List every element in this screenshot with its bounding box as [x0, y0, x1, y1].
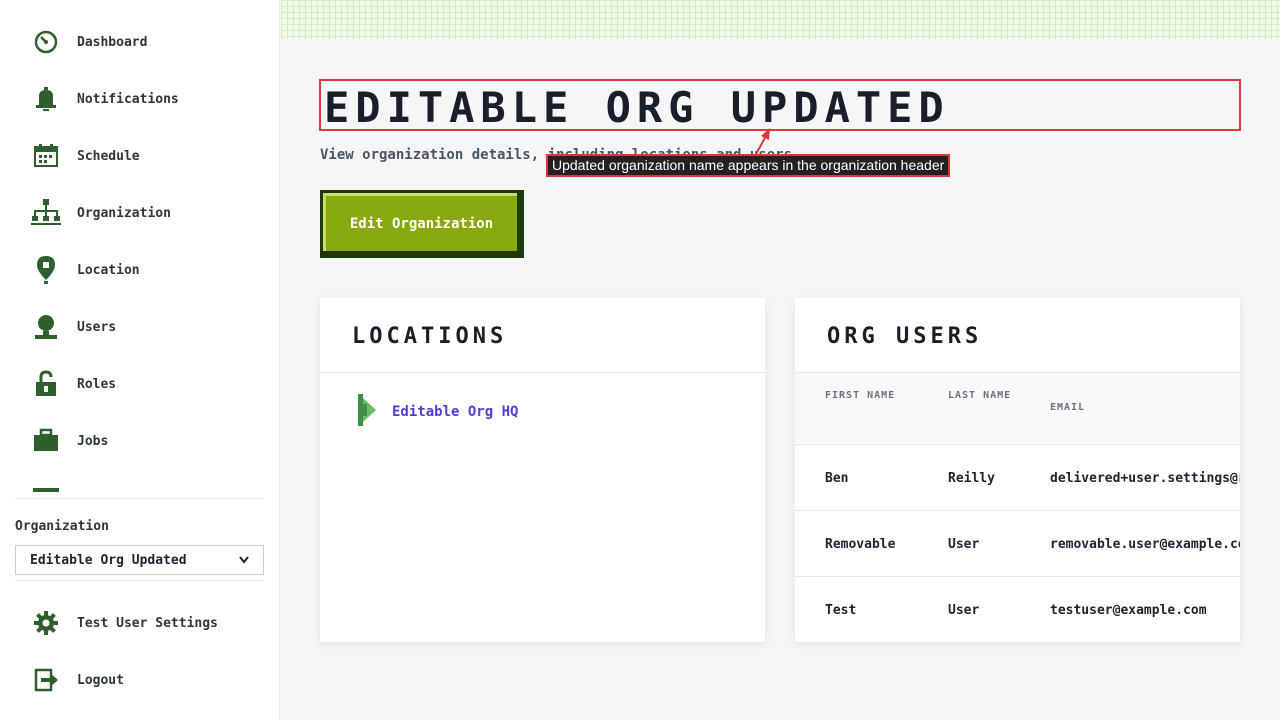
- decorative-grid-band: [281, 0, 1280, 39]
- sidebar-item-users[interactable]: Users: [30, 312, 116, 342]
- sidebar-item-location[interactable]: Location: [30, 255, 140, 285]
- gear-icon: [30, 608, 62, 638]
- play-flag-icon: [356, 394, 378, 430]
- sidebar-item-notifications[interactable]: Notifications: [30, 84, 179, 114]
- sidebar-item-dashboard[interactable]: Dashboard: [30, 27, 147, 57]
- bell-icon: [30, 84, 62, 114]
- lock-icon: [30, 369, 62, 399]
- card-divider: [320, 372, 765, 373]
- location-link-label: Editable Org HQ: [392, 404, 519, 420]
- cell-first-name: Test: [825, 602, 857, 618]
- cell-first-name: Ben: [825, 470, 849, 486]
- column-header-first-name: First Name: [825, 390, 896, 401]
- dashboard-gauge-icon: [30, 27, 62, 57]
- location-link[interactable]: Editable Org HQ: [356, 394, 518, 430]
- briefcase-icon: [30, 426, 62, 456]
- sidebar-item-label: Dashboard: [77, 34, 148, 50]
- cell-last-name: User: [948, 536, 980, 552]
- sidebar-item-logout[interactable]: Logout: [30, 665, 124, 695]
- org-users-card: Org Users First Name Last Name Email Ben…: [795, 298, 1240, 642]
- edit-organization-button[interactable]: Edit Organization: [320, 190, 524, 258]
- org-select[interactable]: Editable Org Updated: [15, 545, 264, 575]
- sidebar-item-label: Location: [77, 262, 140, 278]
- sidebar-item-label: Roles: [77, 376, 117, 392]
- logout-icon: [30, 665, 62, 695]
- cell-last-name: Reilly: [948, 470, 995, 486]
- sidebar-item-settings[interactable]: Test User Settings: [30, 608, 218, 638]
- org-chart-icon: [30, 198, 62, 228]
- annotation-highlight-box: [319, 79, 1241, 131]
- sidebar-item-label: Organization: [77, 205, 171, 221]
- org-select-label: Organization: [15, 519, 109, 534]
- sidebar-item-roles[interactable]: Roles: [30, 369, 116, 399]
- chevron-down-icon: [239, 553, 249, 568]
- cell-email: testuser@example.com: [1050, 602, 1207, 618]
- annotation-label: Updated organization name appears in the…: [546, 154, 951, 177]
- sidebar-item-label: Test User Settings: [77, 615, 218, 631]
- sidebar-item-schedule[interactable]: Schedule: [30, 141, 140, 171]
- cell-last-name: User: [948, 602, 980, 618]
- sidebar-item-label: Users: [77, 319, 117, 335]
- sidebar-item-label: Jobs: [77, 433, 109, 449]
- map-pin-icon: [30, 255, 62, 285]
- sidebar-item-partial-icon: [33, 488, 59, 492]
- table-header: First Name Last Name Email: [795, 373, 1240, 443]
- sidebar-nav: Dashboard Notifications Schedule Organiz…: [0, 0, 280, 492]
- main-content: Editable Org Updated View organization d…: [281, 0, 1280, 720]
- sidebar-item-label: Logout: [77, 672, 124, 688]
- edit-organization-label: Edit Organization: [323, 193, 517, 251]
- table-row[interactable]: Removable User removable.user@example.co…: [795, 510, 1240, 576]
- user-icon: [30, 312, 62, 342]
- sidebar-item-organization[interactable]: Organization: [30, 198, 171, 228]
- locations-title: Locations: [352, 324, 508, 349]
- column-header-email: Email: [1050, 402, 1086, 413]
- sidebar-item-label: Notifications: [77, 91, 179, 107]
- sidebar-divider: [15, 580, 264, 581]
- locations-card: Locations Editable Org HQ: [320, 298, 765, 642]
- sidebar-divider: [15, 498, 264, 499]
- sidebar: Dashboard Notifications Schedule Organiz…: [0, 0, 280, 720]
- calendar-icon: [30, 141, 62, 171]
- cell-email: removable.user@example.com: [1050, 536, 1240, 552]
- sidebar-item-label: Schedule: [77, 148, 140, 164]
- table-row[interactable]: Test User testuser@example.com: [795, 576, 1240, 642]
- table-row[interactable]: Ben Reilly delivered+user.settings@resen…: [795, 444, 1240, 510]
- cell-first-name: Removable: [825, 536, 896, 552]
- org-users-title: Org Users: [827, 324, 983, 349]
- column-header-last-name: Last Name: [948, 390, 1012, 401]
- org-select-value: Editable Org Updated: [30, 552, 187, 568]
- cell-email: delivered+user.settings@resend.dev: [1050, 470, 1240, 486]
- sidebar-item-jobs[interactable]: Jobs: [30, 426, 108, 456]
